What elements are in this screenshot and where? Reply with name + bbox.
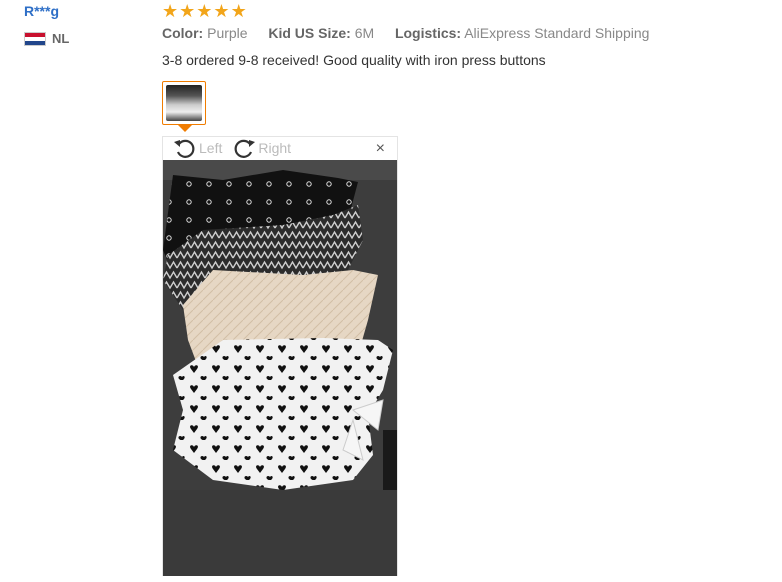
review-photo [163, 160, 397, 576]
review-photo-image [163, 160, 397, 576]
rotate-left-button[interactable]: Left [173, 137, 222, 159]
attr-value-logistics: AliExpress Standard Shipping [464, 25, 650, 41]
rotate-right-label: Right [258, 140, 292, 156]
star-icon: ★ [162, 1, 179, 21]
viewer-toolbar: Left Right × [163, 137, 397, 159]
star-icon: ★ [196, 1, 213, 21]
thumbnail-image [166, 85, 202, 121]
attr-value-size: 6M [354, 25, 375, 41]
rotate-right-button[interactable]: Right [232, 137, 291, 159]
reviewer-name[interactable]: R***g [24, 3, 59, 19]
attr-key-size: Kid US Size: [268, 25, 351, 41]
attr-key-logistics: Logistics: [394, 25, 462, 41]
thumbnail-pointer [178, 125, 192, 132]
nl-flag-icon [24, 31, 46, 46]
star-icon: ★ [230, 1, 247, 21]
rotate-left-label: Left [199, 140, 223, 156]
reviewer-country: NL [24, 31, 69, 46]
rotate-left-icon [174, 139, 195, 158]
attr-value-color: Purple [207, 25, 248, 41]
rating-stars: ★ ★ ★ ★ ★ [162, 1, 247, 21]
review-attributes: Color: Purple Kid US Size: 6M Logistics:… [162, 25, 649, 41]
star-icon: ★ [213, 1, 230, 21]
image-viewer: Left Right × [162, 136, 398, 576]
rotate-right-icon [234, 139, 256, 158]
review-text: 3-8 ordered 9-8 received! Good quality w… [162, 52, 546, 68]
country-code: NL [52, 31, 70, 46]
star-icon: ★ [179, 1, 196, 21]
close-icon[interactable]: × [376, 140, 385, 158]
attr-key-color: Color: [162, 25, 204, 41]
review-image-thumbnail[interactable] [162, 81, 206, 125]
